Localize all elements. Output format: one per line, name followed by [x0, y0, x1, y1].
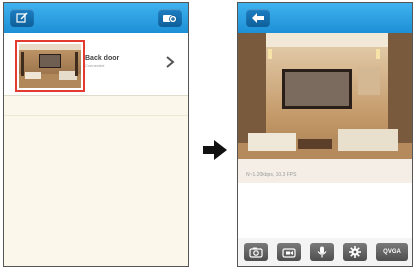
stream-info: N~1.20kbps, 10.3 FPS — [246, 172, 297, 178]
chevron-right-icon[interactable] — [164, 55, 176, 69]
edit-icon — [16, 12, 28, 23]
settings-button[interactable] — [343, 243, 367, 261]
add-camera-icon — [163, 15, 177, 23]
back-button[interactable] — [246, 9, 270, 27]
camera-thumbnail[interactable] — [15, 40, 85, 92]
camera-icon — [249, 247, 263, 258]
live-video-feed[interactable] — [238, 33, 412, 183]
divider — [4, 115, 188, 116]
resolution-button[interactable]: QVGA — [376, 243, 408, 261]
bottom-toolbar: QVGA — [238, 238, 412, 266]
add-camera-button[interactable] — [158, 9, 182, 27]
camera-status: Connected — [85, 63, 105, 68]
room-preview-image — [19, 44, 81, 88]
camera-list-screen: Back door Connected — [3, 2, 189, 267]
resolution-label: QVGA — [383, 249, 401, 255]
microphone-icon — [317, 246, 327, 258]
right-arrow-icon — [203, 140, 227, 160]
live-view-screen: N~1.20kbps, 10.3 FPS QVGA — [237, 2, 413, 267]
microphone-button[interactable] — [310, 243, 334, 261]
gear-icon — [349, 246, 361, 258]
edit-button[interactable] — [10, 9, 34, 27]
record-button[interactable] — [277, 243, 301, 261]
video-record-icon — [282, 247, 296, 258]
back-arrow-icon — [252, 13, 264, 23]
live-video-image — [238, 33, 412, 183]
camera-name: Back door — [85, 55, 120, 62]
snapshot-button[interactable] — [244, 243, 268, 261]
live-view-header — [238, 3, 412, 33]
camera-list-header — [4, 3, 188, 33]
